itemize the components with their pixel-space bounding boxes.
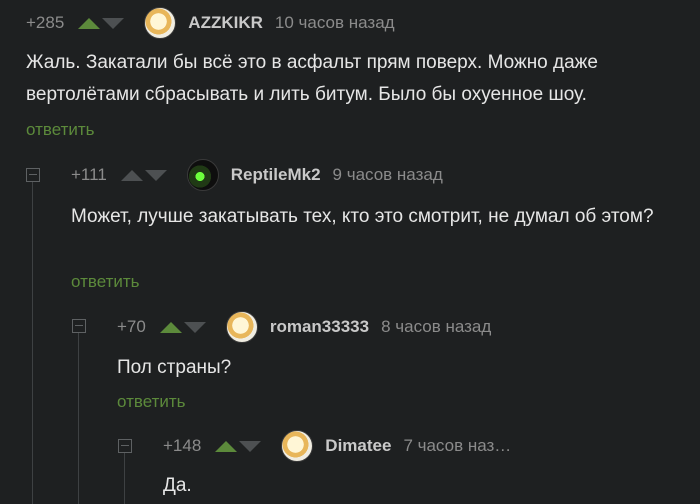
downvote-arrow-icon[interactable]: [239, 440, 262, 452]
comment-text: Да.: [163, 475, 192, 496]
upvote-arrow-icon[interactable]: [78, 17, 101, 29]
thread-branch-line[interactable]: [78, 333, 79, 504]
collapse-icon[interactable]: [72, 319, 86, 333]
comment-text: Жаль. Закатали бы всё это в асфальт прям…: [26, 52, 598, 105]
downvote-arrow-icon[interactable]: [102, 17, 125, 29]
collapse-icon[interactable]: [118, 439, 132, 453]
upvote-arrow-icon[interactable]: [215, 440, 238, 452]
collapse-icon[interactable]: [26, 168, 40, 182]
vote-controls: [215, 440, 262, 452]
downvote-arrow-icon[interactable]: [144, 169, 167, 181]
username[interactable]: Dimatee: [325, 436, 391, 456]
comment-rating: +148: [163, 436, 202, 455]
upvote-arrow-icon[interactable]: [120, 169, 143, 181]
comment-rating: +111: [71, 165, 107, 184]
vote-controls: [120, 169, 167, 181]
vote-controls: [159, 321, 206, 333]
downvote-arrow-icon[interactable]: [183, 321, 206, 333]
thread-branch-line[interactable]: [32, 181, 33, 504]
comment-time[interactable]: 10 часов назад: [275, 13, 395, 33]
comment-header: +70 roman33333 8 часов назад: [117, 311, 491, 343]
reply-link[interactable]: ответить: [26, 120, 95, 140]
upvote-arrow-icon[interactable]: [159, 321, 182, 333]
comment-text: Пол страны?: [117, 357, 232, 378]
avatar[interactable]: [186, 159, 219, 191]
comment-rating: +70: [117, 317, 146, 336]
username[interactable]: ReptileMk2: [231, 165, 321, 185]
thread-branch-line[interactable]: [124, 453, 125, 504]
comment-header: +111 ReptileMk2 9 часов назад: [71, 159, 443, 191]
comment-rating: +285: [26, 13, 65, 32]
vote-controls: [78, 17, 125, 29]
avatar[interactable]: [144, 7, 177, 39]
avatar[interactable]: [225, 311, 258, 343]
comment-time[interactable]: 9 часов назад: [333, 165, 443, 185]
reply-link[interactable]: ответить: [117, 392, 186, 412]
comment-header: +285 AZZKIKR 10 часов назад: [26, 7, 395, 39]
comment-text: Может, лучше закатывать тех, кто это смо…: [71, 206, 654, 227]
reply-link[interactable]: ответить: [71, 272, 140, 292]
comment-time[interactable]: 7 часов наз…: [403, 436, 511, 456]
comment-time[interactable]: 8 часов назад: [381, 317, 491, 337]
avatar[interactable]: [281, 430, 314, 462]
comment-thread: +285 AZZKIKR 10 часов назад Жаль. Заката…: [0, 0, 700, 504]
username[interactable]: AZZKIKR: [188, 13, 263, 33]
username[interactable]: roman33333: [270, 317, 369, 337]
comment-header: +148 Dimatee 7 часов наз…: [163, 430, 511, 462]
